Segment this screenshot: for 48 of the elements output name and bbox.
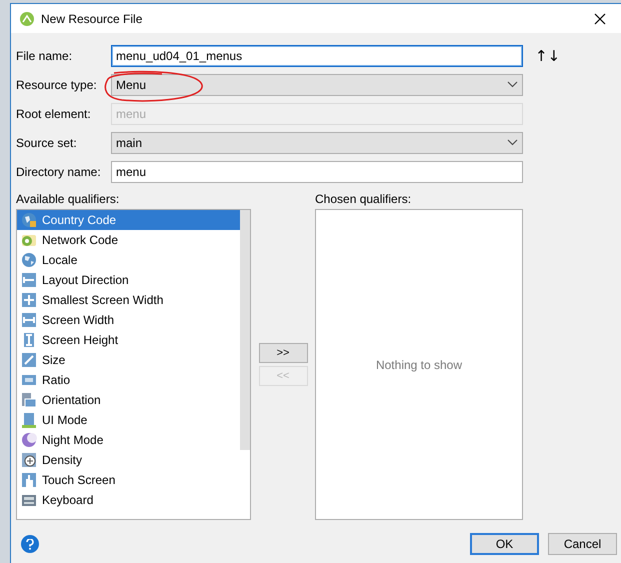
globe-icon — [21, 252, 37, 268]
list-item[interactable]: Size — [17, 350, 241, 370]
list-item[interactable]: Ratio — [17, 370, 241, 390]
list-label: Available qualifiers: — [16, 192, 120, 208]
ratio-icon — [21, 372, 37, 388]
dropdown[interactable]: Menu — [111, 74, 523, 96]
list-item[interactable]: Density — [17, 450, 241, 470]
dialog-button[interactable]: Cancel — [548, 533, 617, 555]
list-item[interactable]: Layout Direction — [17, 270, 241, 290]
empty-text: Nothing to show — [376, 358, 462, 372]
list-item[interactable]: Orientation — [17, 390, 241, 410]
height-icon — [21, 332, 37, 348]
list-item[interactable]: Smallest Screen Width — [17, 290, 241, 310]
field-label: File name: — [16, 48, 74, 62]
keyboard-icon — [21, 492, 37, 508]
list-item[interactable]: Screen Width — [17, 310, 241, 330]
list-item[interactable]: Locale — [17, 250, 241, 270]
field-label: Resource type: — [16, 78, 98, 92]
dialog-button[interactable]: OK — [470, 533, 539, 555]
hand-icon — [21, 472, 37, 488]
list-item[interactable]: Keyboard — [17, 490, 241, 510]
field-label: Root element: — [16, 106, 92, 120]
list-label: Chosen qualifiers: — [315, 192, 412, 208]
dropdown[interactable]: main — [111, 132, 523, 154]
density-icon — [21, 452, 37, 468]
help-icon[interactable] — [21, 535, 39, 553]
width-icon — [21, 312, 37, 328]
list-item[interactable]: Night Mode — [17, 430, 241, 450]
window-title: New Resource File — [41, 12, 144, 26]
android-icon — [20, 12, 34, 26]
moon-icon — [21, 432, 37, 448]
globe-icon — [21, 212, 37, 228]
chevron-down-icon — [507, 139, 518, 146]
input-field[interactable]: menu — [111, 160, 523, 182]
orientation-icon — [21, 392, 37, 408]
field-label: Source set: — [16, 136, 78, 150]
list-item[interactable]: Screen Height — [17, 330, 241, 350]
device-icon — [21, 412, 37, 428]
move-button[interactable]: >> — [258, 343, 308, 363]
list-item[interactable]: Country Code — [17, 210, 241, 230]
input-field[interactable]: menu_ud04_01_menus — [111, 44, 523, 66]
chevron-down-icon — [507, 81, 518, 88]
sort-button[interactable]: ↑↓ — [535, 46, 560, 64]
list-item[interactable]: UI Mode — [17, 410, 241, 430]
list-item[interactable]: Network Code — [17, 230, 241, 250]
field-label: Directory name: — [16, 164, 102, 178]
scrollbar[interactable] — [240, 210, 250, 450]
list-item[interactable]: Touch Screen — [17, 470, 241, 490]
